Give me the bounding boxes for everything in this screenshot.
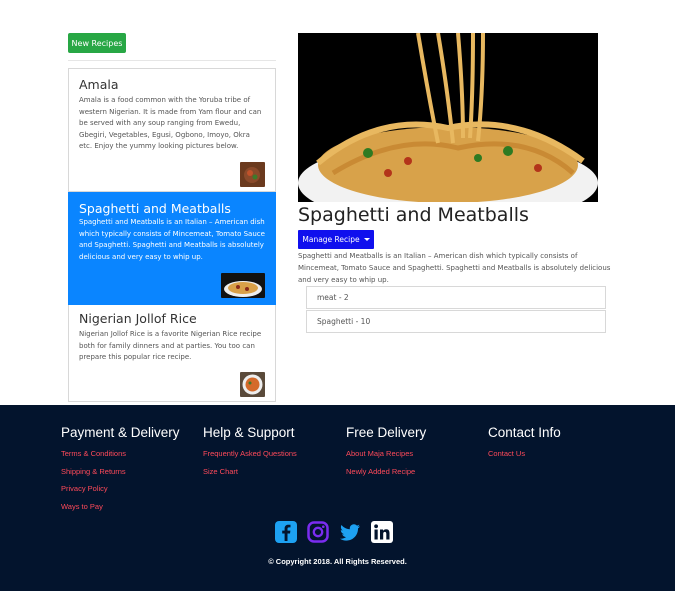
ingredient-item: meat - 2 [306, 286, 606, 309]
footer-link-size-chart[interactable]: Size Chart [203, 467, 297, 476]
recipe-card-amala[interactable]: Amala Amala is a food common with the Yo… [68, 68, 276, 192]
instagram-icon[interactable] [307, 521, 329, 543]
recipe-card-spaghetti[interactable]: Spaghetti and Meatballs Spaghetti and Me… [68, 192, 276, 306]
copyright-text: © Copyright 2018. All Rights Reserved. [268, 557, 407, 566]
recipe-description: Spaghetti and Meatballs is an Italian – … [298, 252, 611, 284]
footer-column-contact: Contact Info Contact Us [488, 425, 561, 467]
caret-down-icon [363, 238, 370, 241]
footer-link-contact-us[interactable]: Contact Us [488, 449, 561, 458]
recipe-thumbnail [240, 162, 265, 187]
recipe-card-text: Nigerian Jollof Rice is a favorite Niger… [79, 330, 262, 361]
footer-heading: Free Delivery [346, 425, 427, 440]
divider [68, 60, 276, 61]
footer-link-new-recipe[interactable]: Newly Added Recipe [346, 467, 426, 476]
footer-link-faq[interactable]: Frequently Asked Questions [203, 449, 297, 458]
site-footer: Payment & Delivery Terms & Conditions Sh… [0, 405, 675, 591]
footer-column-payment: Payment & Delivery Terms & Conditions Sh… [61, 425, 180, 519]
footer-link-shipping[interactable]: Shipping & Returns [61, 467, 180, 476]
ingredient-item: Spaghetti - 10 [306, 310, 606, 333]
footer-link-terms[interactable]: Terms & Conditions [61, 449, 180, 458]
footer-heading: Help & Support [203, 425, 295, 440]
footer-column-delivery: Free Delivery About Maja Recipes Newly A… [346, 425, 426, 484]
recipe-thumbnail [221, 273, 265, 298]
footer-heading: Contact Info [488, 425, 561, 440]
recipe-card-title: Spaghetti and Meatballs [79, 201, 231, 216]
footer-heading: Payment & Delivery [61, 425, 180, 440]
new-recipes-button[interactable]: New Recipes [68, 33, 126, 53]
manage-recipe-label: Manage Recipe [302, 235, 360, 244]
facebook-icon[interactable] [275, 521, 297, 543]
recipe-card-title: Nigerian Jollof Rice [79, 311, 197, 326]
recipe-card-text: Amala is a food common with the Yoruba t… [79, 96, 262, 150]
recipe-title: Spaghetti and Meatballs [298, 204, 529, 226]
recipe-card-jollof[interactable]: Nigerian Jollof Rice Nigerian Jollof Ric… [68, 305, 276, 402]
recipe-card-text: Spaghetti and Meatballs is an Italian – … [79, 218, 265, 261]
manage-recipe-dropdown[interactable]: Manage Recipe [298, 230, 374, 249]
footer-link-about[interactable]: About Maja Recipes [346, 449, 426, 458]
recipe-hero-image [298, 33, 598, 202]
footer-link-ways-to-pay[interactable]: Ways to Pay [61, 502, 180, 511]
recipe-thumbnail [240, 372, 265, 397]
linkedin-icon[interactable] [371, 521, 393, 543]
social-links [275, 521, 393, 543]
recipe-card-title: Amala [79, 77, 119, 92]
footer-column-help: Help & Support Frequently Asked Question… [203, 425, 297, 484]
twitter-icon[interactable] [339, 521, 361, 543]
footer-link-privacy[interactable]: Privacy Policy [61, 484, 180, 493]
